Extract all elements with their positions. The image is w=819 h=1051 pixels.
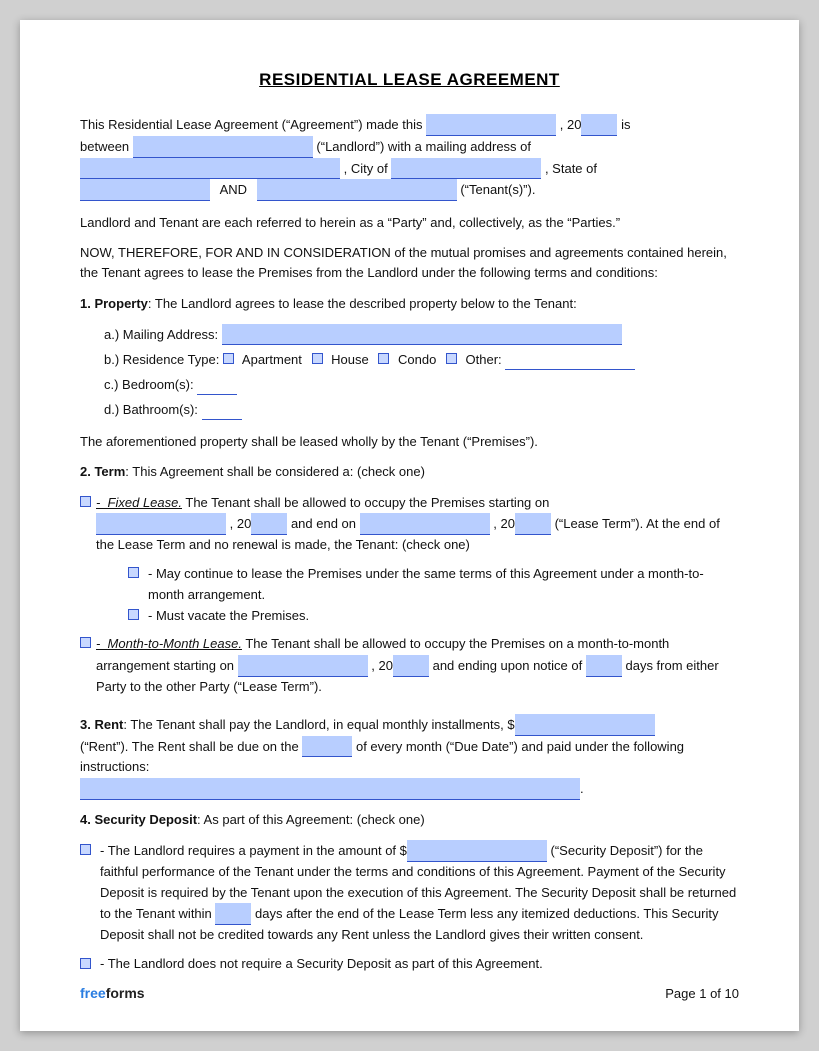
landlord-name-field[interactable] [133,136,313,158]
option1-block: - May continue to lease the Premises und… [128,564,739,606]
section1-d: d.) Bathroom(s): [104,399,739,420]
city-field[interactable] [391,158,541,180]
security-not-required-checkbox[interactable] [80,958,91,969]
month-start-date-field[interactable] [238,655,368,677]
section2-text: : This Agreement shall be considered a: … [125,464,425,479]
fixed-end-year-pre: , 20 [493,516,515,531]
date-year-field[interactable] [581,114,617,136]
month-lease-block: - Month-to-Month Lease. The Tenant shall… [80,634,739,697]
consideration-text: NOW, THEREFORE, FOR AND IN CONSIDERATION… [80,243,739,283]
section4-option1: - The Landlord requires a payment in the… [80,840,739,946]
section4-option2: - The Landlord does not require a Securi… [80,954,739,975]
fixed-start-date-field[interactable] [96,513,226,535]
intro-line1-mid: , 20 [560,117,582,132]
security-deposit-amount-field[interactable] [407,840,547,862]
section4-option2-text: - The Landlord does not require a Securi… [100,954,543,975]
section3-header: 3. Rent [80,717,123,732]
section1-a-label: a.) Mailing Address: [104,327,218,342]
intro-line3-mid: , City of [344,161,388,176]
intro-line3-post: , State of [545,161,597,176]
mailing-address-property-field[interactable] [222,324,622,345]
section1-b: b.) Residence Type: Apartment House Cond… [104,349,739,370]
intro-line2-post: (“Landlord”) with a mailing address of [316,139,531,154]
apartment-checkbox[interactable] [223,353,234,364]
section4-header: 4. Security Deposit [80,812,197,827]
premises-note: The aforementioned property shall be lea… [80,432,739,452]
house-label: House [331,352,369,367]
intro-line2-pre: between [80,139,129,154]
intro-section: This Residential Lease Agreement (“Agree… [80,114,739,201]
section1-a: a.) Mailing Address: [104,324,739,345]
intro-line4-post: (“Tenant(s)”). [460,182,535,197]
rent-post: (“Rent”). The Rent shall be due on the [80,739,299,754]
footer-page-number: Page 1 of 10 [665,986,739,1001]
rent-amount-field[interactable] [515,714,655,736]
option2-text: - Must vacate the Premises. [148,606,309,627]
option2-block: - Must vacate the Premises. [128,606,739,627]
bedrooms-field[interactable] [197,374,237,395]
document-page: RESIDENTIAL LEASE AGREEMENT This Residen… [20,20,799,1031]
section2-header: 2. Term [80,464,125,479]
fixed-start-year-field[interactable] [251,513,287,535]
security-required-checkbox[interactable] [80,844,91,855]
option2-checkbox[interactable] [128,609,139,620]
month-year-field[interactable] [393,655,429,677]
month-lease-checkbox[interactable] [80,637,91,648]
intro-line4-mid: AND [220,182,247,197]
intro-line1-pre: This Residential Lease Agreement (“Agree… [80,117,423,132]
section1-b-label: b.) Residence Type: [104,352,219,367]
other-checkbox[interactable] [446,353,457,364]
tenant-name-field[interactable] [257,179,457,201]
month-mid: and ending upon notice of [433,658,583,673]
footer-brand: freeforms [80,985,145,1001]
fixed-lease-block: - Fixed Lease. The Tenant shall be allow… [80,493,739,627]
document-footer: freeforms Page 1 of 10 [80,985,739,1001]
option1-checkbox[interactable] [128,567,139,578]
due-date-field[interactable] [302,736,352,758]
month-lease-label: - Month-to-Month Lease. [96,636,242,651]
instructions-field[interactable] [80,778,580,800]
intro-line1-post: is [621,117,630,132]
section2-header-line: 2. Term: This Agreement shall be conside… [80,462,739,482]
bathrooms-field[interactable] [202,399,242,420]
section1-header: 1. Property [80,296,148,311]
other-field[interactable] [505,349,635,370]
section1-header-line: 1. Property: The Landlord agrees to leas… [80,294,739,314]
condo-label: Condo [398,352,436,367]
fixed-start-year-pre: , 20 [230,516,252,531]
mailing-address-field[interactable] [80,158,340,180]
section3-text: : The Tenant shall pay the Landlord, in … [123,717,514,732]
fixed-lease-checkbox[interactable] [80,496,91,507]
document-title: RESIDENTIAL LEASE AGREEMENT [80,70,739,90]
parties-note: Landlord and Tenant are each referred to… [80,213,739,233]
section1-text: : The Landlord agrees to lease the descr… [148,296,577,311]
other-label: Other: [466,352,502,367]
house-checkbox[interactable] [312,353,323,364]
apartment-label: Apartment [242,352,302,367]
option1-text: - May continue to lease the Premises und… [148,564,739,606]
month-days-field[interactable] [586,655,622,677]
fixed-end-year-field[interactable] [515,513,551,535]
section1-d-label: d.) Bathroom(s): [104,402,198,417]
section4-header-line: 4. Security Deposit: As part of this Agr… [80,810,739,830]
section1-c-label: c.) Bedroom(s): [104,377,194,392]
fixed-mid: and end on [291,516,356,531]
fixed-end-date-field[interactable] [360,513,490,535]
date-day-field[interactable] [426,114,556,136]
month-year-pre: , 20 [371,658,393,673]
security-return-days-field[interactable] [215,903,251,925]
section3-block: 3. Rent: The Tenant shall pay the Landlo… [80,714,739,800]
section4-option1-pre: - The Landlord requires a payment in the… [100,843,407,858]
section4-text: : As part of this Agreement: (check one) [197,812,425,827]
fixed-lease-text: The Tenant shall be allowed to occupy th… [182,495,549,510]
fixed-lease-label: - Fixed Lease. [96,495,182,510]
brand-free: free [80,985,106,1001]
state-field[interactable] [80,179,210,201]
section1-c: c.) Bedroom(s): [104,374,739,395]
condo-checkbox[interactable] [378,353,389,364]
brand-forms: forms [106,985,145,1001]
